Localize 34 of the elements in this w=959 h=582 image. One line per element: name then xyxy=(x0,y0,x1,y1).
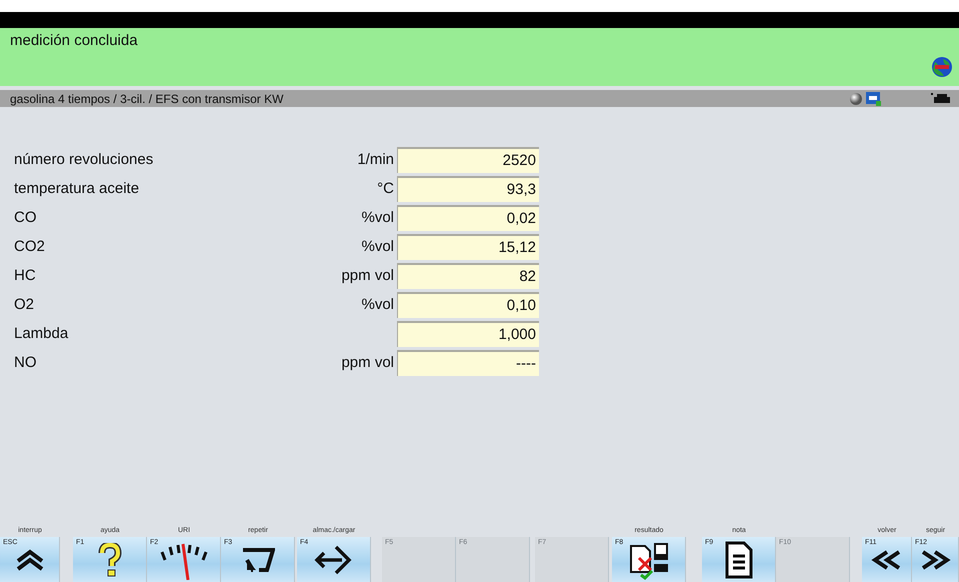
globe-icon xyxy=(931,56,953,78)
value-field: ---- xyxy=(397,350,539,376)
value-field: 2520 xyxy=(397,146,539,172)
reading-name: Lambda xyxy=(14,325,70,342)
status-message: medición concluida xyxy=(10,31,138,51)
double-chevron-up-icon xyxy=(14,548,44,570)
double-chevron-right-icon xyxy=(919,548,951,570)
sphere-icon xyxy=(850,92,862,104)
double-chevron-left-icon xyxy=(870,548,902,570)
value-field: 15,12 xyxy=(397,234,539,260)
reading-name: HC xyxy=(14,267,37,284)
unit-label: ppm vol xyxy=(340,267,395,284)
value-field: 0,10 xyxy=(397,292,539,318)
reading-name: temperatura aceite xyxy=(14,180,140,197)
unit-label: °C xyxy=(376,180,395,197)
reading-name: NO xyxy=(14,354,38,371)
return-arrow-icon xyxy=(240,546,274,572)
unit-label: %vol xyxy=(360,238,395,255)
reading-name: O2 xyxy=(14,296,36,313)
reading-name: CO xyxy=(14,209,38,226)
value-field: 82 xyxy=(397,262,539,288)
value-field: 1,000 xyxy=(397,320,539,346)
arrow-into-diamond-icon xyxy=(314,544,354,576)
vehicle-description: gasolina 4 tiempos / 3-cil. / EFS con transmisor KW xyxy=(10,92,284,106)
value-field: 93,3 xyxy=(397,176,539,202)
reading-name: CO2 xyxy=(14,238,46,255)
value-field: 0,02 xyxy=(397,204,539,230)
question-mark-icon xyxy=(98,542,122,576)
unit-label: 1/min xyxy=(356,151,395,168)
unit-label: ppm vol xyxy=(340,354,395,371)
document-icon xyxy=(724,540,752,578)
reading-name: número revoluciones xyxy=(14,151,154,168)
unit-label: %vol xyxy=(360,296,395,313)
unit-label: %vol xyxy=(360,209,395,226)
